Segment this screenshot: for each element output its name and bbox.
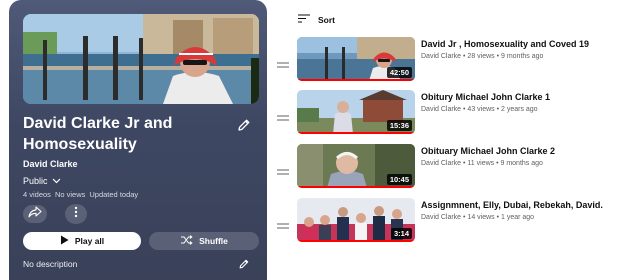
video-duration: 42:50	[386, 67, 412, 78]
playlist-video-item[interactable]: 10:45 Obituary Michael John Clarke 2 Dav…	[277, 144, 637, 190]
playlist-video-item[interactable]: 15:36 Obitury Michael John Clarke 1 Davi…	[277, 90, 637, 136]
play-all-label: Play all	[74, 236, 105, 246]
privacy-dropdown[interactable]: Public	[23, 176, 61, 186]
share-button[interactable]	[23, 205, 47, 223]
playlist-cover-image[interactable]	[23, 14, 259, 104]
video-channel[interactable]: David Clarke	[421, 106, 461, 113]
video-channel[interactable]: David Clarke	[421, 53, 461, 60]
more-actions-button[interactable]	[65, 204, 87, 224]
view-count: No views	[54, 190, 86, 199]
video-title[interactable]: Obitury Michael John Clarke 1	[421, 92, 550, 102]
playlist-video-item[interactable]: 3:14 Assignmnent, Elly, Dubai, Rebekah, …	[277, 198, 637, 244]
drag-handle-icon[interactable]	[277, 217, 289, 229]
play-icon	[60, 235, 69, 247]
sort-label: Sort	[318, 14, 335, 25]
pencil-icon[interactable]	[237, 257, 251, 271]
video-thumbnail[interactable]: 42:50	[297, 37, 415, 81]
video-duration: 15:36	[386, 120, 412, 131]
video-channel[interactable]: David Clarke	[421, 160, 461, 167]
shuffle-icon	[180, 235, 193, 247]
video-views: 14 views	[461, 214, 495, 221]
drag-handle-icon[interactable]	[277, 56, 289, 68]
video-views: 28 views	[461, 53, 495, 60]
playlist-header-panel: David Clarke Jr and Homosexuality David …	[9, 0, 267, 280]
video-title[interactable]: Assignmnent, Elly, Dubai, Rebekah, David…	[421, 200, 603, 210]
video-meta: David Clarke14 views1 year ago	[421, 214, 534, 221]
drag-handle-icon[interactable]	[277, 163, 289, 175]
chevron-down-icon	[52, 176, 61, 186]
video-thumbnail[interactable]: 15:36	[297, 90, 415, 134]
video-duration: 10:45	[386, 174, 412, 185]
video-thumbnail[interactable]: 3:14	[297, 198, 415, 242]
video-duration: 3:14	[390, 228, 412, 239]
playlist-video-item[interactable]: 42:50 David Jr , Homosexuality and Coved…	[277, 37, 637, 83]
sort-button[interactable]: Sort	[298, 14, 335, 25]
playlist-title: David Clarke Jr and Homosexuality	[23, 115, 173, 153]
updated-text: Updated today	[89, 190, 139, 199]
video-meta: David Clarke11 views9 months ago	[421, 160, 543, 167]
shuffle-label: Shuffle	[199, 236, 228, 246]
drag-handle-icon[interactable]	[277, 109, 289, 121]
video-title[interactable]: David Jr , Homosexuality and Coved 19	[421, 39, 589, 49]
privacy-label: Public	[23, 176, 48, 186]
video-age: 1 year ago	[495, 214, 534, 221]
video-count: 4 videos	[23, 190, 51, 199]
video-channel[interactable]: David Clarke	[421, 214, 461, 221]
play-all-button[interactable]: Play all	[23, 232, 141, 250]
playlist-stats: 4 videos No views Updated today	[23, 190, 138, 199]
video-age: 9 months ago	[495, 53, 544, 60]
playlist-description: No description	[23, 259, 78, 269]
playlist-owner[interactable]: David Clarke	[23, 159, 78, 169]
more-vert-icon	[74, 205, 78, 223]
video-views: 11 views	[461, 160, 494, 167]
sort-icon	[298, 14, 310, 25]
video-title[interactable]: Obituary Michael John Clarke 2	[421, 146, 555, 156]
shuffle-button[interactable]: Shuffle	[149, 232, 259, 250]
video-meta: David Clarke28 views9 months ago	[421, 53, 543, 60]
video-age: 2 years ago	[495, 106, 538, 113]
pencil-icon[interactable]	[235, 116, 253, 134]
video-age: 9 months ago	[494, 160, 543, 167]
video-meta: David Clarke43 views2 years ago	[421, 106, 538, 113]
share-icon	[28, 205, 42, 223]
video-views: 43 views	[461, 106, 495, 113]
video-thumbnail[interactable]: 10:45	[297, 144, 415, 188]
